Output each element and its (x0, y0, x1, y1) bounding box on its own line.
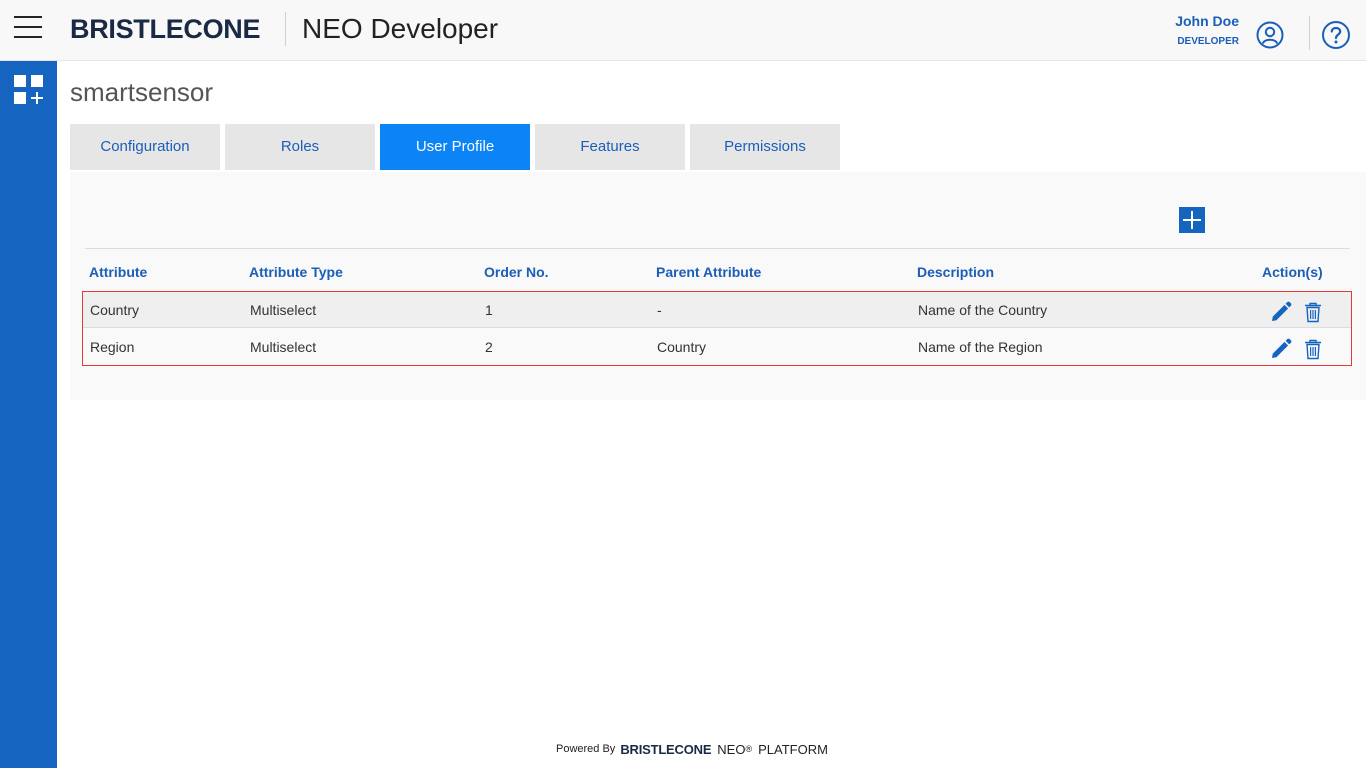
cell-attribute: Region (90, 339, 135, 355)
cell-order-no: 1 (485, 302, 493, 318)
tab-configuration[interactable]: Configuration (70, 124, 220, 170)
header-divider (1309, 16, 1310, 50)
top-header: BRISTLECONE NEO Developer John Doe DEVEL… (0, 0, 1366, 61)
app-title: NEO Developer (302, 13, 499, 44)
table-row[interactable]: Country Multiselect 1 - Name of the Coun… (83, 292, 1351, 328)
cell-attribute-type: Multiselect (250, 302, 317, 318)
page-title: smartsensor (70, 77, 214, 107)
column-header-order-no[interactable]: Order No. (484, 264, 549, 280)
user-name: John Doe (1175, 13, 1239, 29)
footer: Powered By BRISTLECONE NEO ® PLATFORM (556, 739, 828, 759)
help-icon[interactable] (1321, 20, 1351, 50)
tab-features[interactable]: Features (535, 124, 685, 170)
user-icon[interactable] (1256, 21, 1284, 49)
column-header-attribute[interactable]: Attribute (89, 264, 147, 280)
cell-description: Name of the Region (918, 339, 1043, 355)
add-attribute-button[interactable] (1179, 207, 1205, 233)
attribute-table-body: Country Multiselect 1 - Name of the Coun… (82, 291, 1352, 366)
cell-attribute: Country (90, 302, 140, 318)
user-profile-panel: Attribute Attribute Type Order No. Paren… (70, 172, 1366, 400)
delete-icon[interactable] (1302, 301, 1324, 323)
tab-roles[interactable]: Roles (225, 124, 375, 170)
tab-permissions[interactable]: Permissions (690, 124, 840, 170)
footer-platform: PLATFORM (758, 741, 828, 757)
footer-registered-mark: ® (745, 744, 753, 754)
apps-add-icon[interactable] (14, 75, 44, 105)
divider (85, 248, 1350, 249)
delete-icon[interactable] (1302, 338, 1324, 360)
column-header-attribute-type[interactable]: Attribute Type (249, 264, 343, 280)
footer-product: NEO (717, 741, 746, 757)
cell-parent-attribute: - (657, 302, 662, 318)
tab-user-profile[interactable]: User Profile (380, 124, 530, 170)
footer-brand: BRISTLECONE (620, 741, 712, 757)
column-header-description[interactable]: Description (917, 264, 994, 280)
edit-icon[interactable] (1270, 338, 1292, 360)
cell-order-no: 2 (485, 339, 493, 355)
user-role: DEVELOPER (1177, 36, 1239, 47)
cell-parent-attribute: Country (657, 339, 707, 355)
footer-powered-by: Powered By (556, 743, 616, 755)
column-header-actions: Action(s) (1262, 264, 1323, 280)
column-header-parent-attribute[interactable]: Parent Attribute (656, 264, 761, 280)
tab-bar: Configuration Roles User Profile Feature… (70, 124, 845, 170)
edit-icon[interactable] (1270, 301, 1292, 323)
cell-description: Name of the Country (918, 302, 1048, 318)
brand-logo: BRISTLECONE (70, 14, 261, 44)
sidebar (0, 61, 57, 768)
plus-icon (1183, 211, 1201, 229)
table-row[interactable]: Region Multiselect 2 Country Name of the… (83, 329, 1351, 365)
cell-attribute-type: Multiselect (250, 339, 317, 355)
menu-icon[interactable] (14, 16, 42, 38)
header-divider (285, 12, 286, 46)
